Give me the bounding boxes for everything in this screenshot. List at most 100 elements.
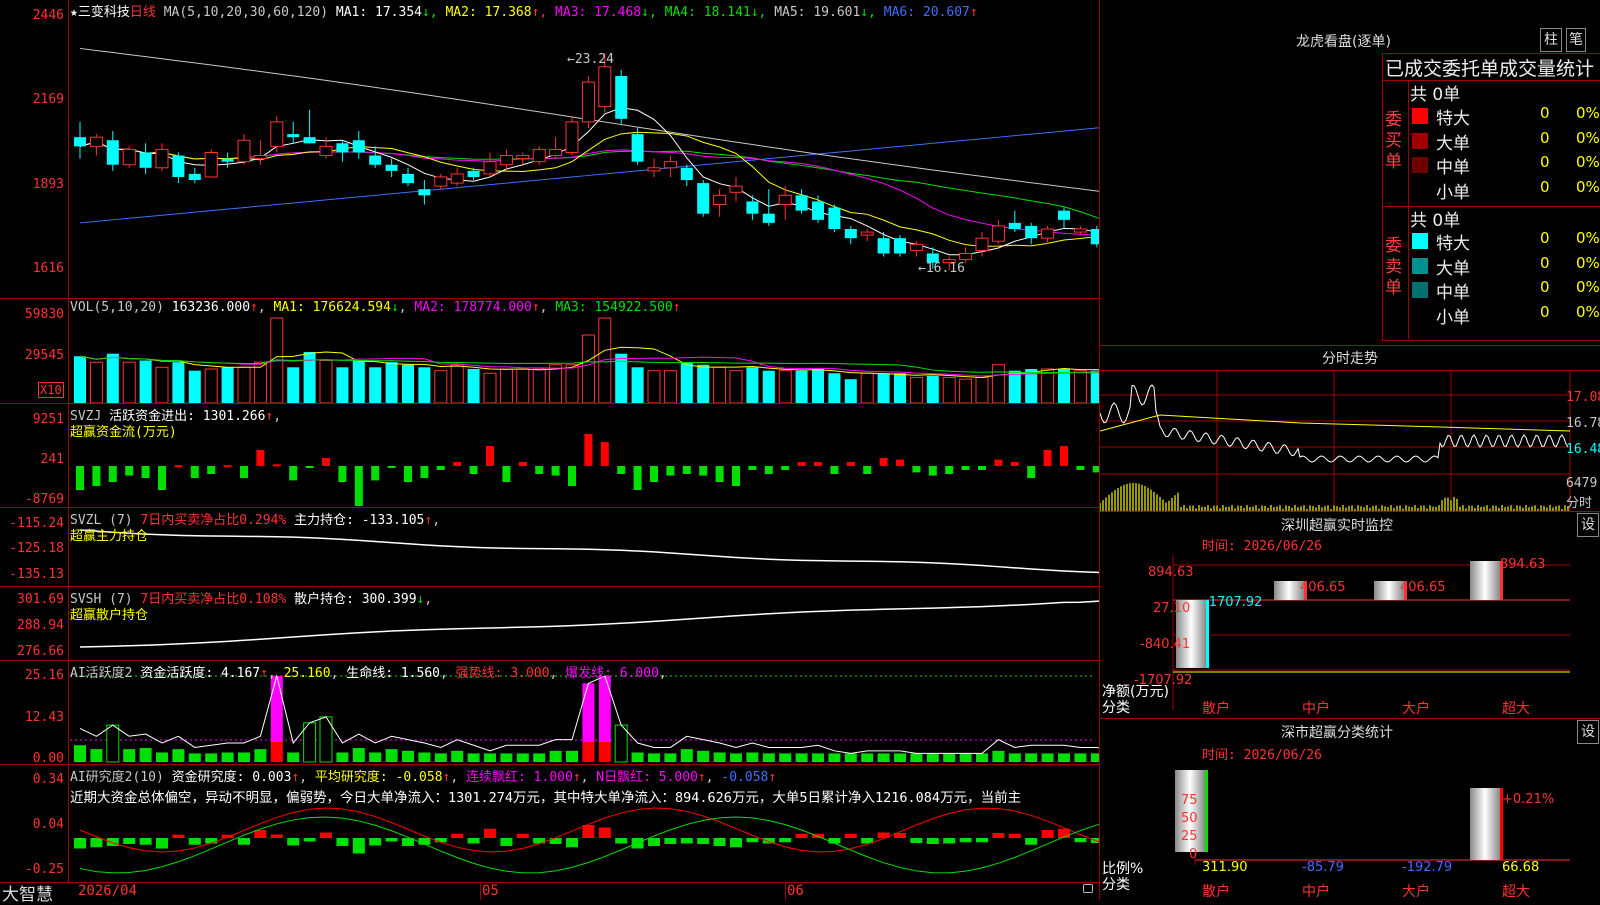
svsh-sub: 超赢散户持仓 xyxy=(70,608,149,623)
activity-bar xyxy=(156,752,168,762)
intraday-tick: 17.08 xyxy=(1566,390,1600,405)
research-bar xyxy=(910,838,923,843)
activity-bar xyxy=(352,748,365,762)
main-y-tick: 1893 xyxy=(32,177,64,192)
research-bar xyxy=(90,838,103,848)
brand-label: 大智慧 xyxy=(2,885,53,905)
order-row-label: 中单 xyxy=(1436,158,1470,178)
activity-bar xyxy=(943,753,956,762)
research-bar xyxy=(434,838,447,843)
main-y-tick: 1616 xyxy=(32,261,64,276)
volume-bar xyxy=(532,368,546,404)
volume-bar xyxy=(253,361,267,404)
fund-flow-bar xyxy=(928,466,937,476)
panel-divider xyxy=(0,298,1100,299)
activity-bar xyxy=(1025,753,1038,762)
ai2-y-tick: 0.04 xyxy=(32,817,64,832)
order-row-label: 大单 xyxy=(1436,258,1470,279)
tick-view-button[interactable]: 笔 xyxy=(1566,28,1586,52)
activity-bar xyxy=(90,749,103,762)
candle-body xyxy=(450,173,464,184)
order-row-pct: 0% xyxy=(1576,302,1600,321)
research-bar xyxy=(844,833,857,838)
stock-name[interactable]: 三变科技 xyxy=(78,5,130,20)
intraday-chart[interactable] xyxy=(1100,371,1600,511)
fund-flow-bar xyxy=(715,466,724,482)
panel-divider xyxy=(0,764,1100,765)
class-value: 311.90 xyxy=(1202,860,1248,875)
fund-flow-bar xyxy=(748,466,757,470)
candle-body xyxy=(615,75,628,119)
net-bar-xlarge xyxy=(1470,561,1500,600)
svzl-y-tick: -115.24 xyxy=(9,516,64,531)
fund-flow-bar xyxy=(863,466,872,474)
ai1-header: AI活跃度2 资金活跃度: 4.167↑, 25.160, 生命线: 1.560… xyxy=(70,666,667,681)
volume-bar xyxy=(942,377,956,404)
fund-flow-bar xyxy=(633,466,642,490)
net-bar-retail-edge xyxy=(1206,600,1209,668)
candle-body xyxy=(303,137,316,144)
volume-bar xyxy=(139,360,152,403)
fund-flow-bar xyxy=(92,466,101,486)
x-axis-date: 05 xyxy=(482,883,499,899)
volume-bar xyxy=(516,368,530,404)
activity-bar xyxy=(402,750,414,762)
candle-body xyxy=(581,81,595,123)
intraday-tick: 16.48 xyxy=(1566,442,1600,457)
fund-flow-bar xyxy=(289,466,298,481)
category-label: 分类 xyxy=(1102,700,1130,716)
volume-bar xyxy=(1041,368,1055,404)
candle-body xyxy=(499,155,513,166)
svsh-y-tick: 301.69 xyxy=(17,592,64,607)
research-bar xyxy=(1008,833,1021,838)
fund-flow-bar xyxy=(650,466,658,482)
research-bar xyxy=(730,838,742,848)
class-value: -85.79 xyxy=(1302,860,1344,875)
candle-body xyxy=(106,140,119,165)
monitor-value: 406.65 xyxy=(1400,580,1446,595)
research-bar xyxy=(270,834,283,838)
monitor-cat: 超大 xyxy=(1502,701,1530,717)
fund-flow-bar xyxy=(207,466,216,474)
activity-bar xyxy=(484,753,496,762)
kline-svg[interactable] xyxy=(0,0,1100,900)
order-row-count: 0 xyxy=(1540,253,1550,272)
bar-view-button[interactable]: 柱 xyxy=(1540,28,1562,52)
fund-flow-bar xyxy=(76,466,84,490)
order-row-label: 小单 xyxy=(1436,182,1470,203)
activity-bar xyxy=(812,753,824,762)
class-note: +0.21% xyxy=(1502,792,1555,807)
class-chart[interactable] xyxy=(1100,770,1600,870)
panel-divider xyxy=(0,586,1100,587)
monitor-settings-button[interactable]: 设 xyxy=(1577,513,1599,537)
fund-flow-bar xyxy=(256,450,265,466)
volume-bar xyxy=(434,370,448,404)
volume-bar xyxy=(680,362,693,403)
kline-chart-area[interactable] xyxy=(0,0,1100,900)
candle-body xyxy=(959,252,973,261)
research-bar xyxy=(1025,838,1038,845)
volume-bar xyxy=(172,362,185,403)
candle-body xyxy=(729,185,743,193)
vol-unit-badge[interactable]: X10 xyxy=(38,382,64,398)
order-row-pct: 0% xyxy=(1576,128,1600,147)
candle-body xyxy=(89,136,103,147)
period-label[interactable]: 日线 xyxy=(130,5,156,20)
activity-bar xyxy=(205,753,218,762)
x-axis-date: 2026/04 xyxy=(78,883,138,899)
candle-body xyxy=(336,143,349,153)
volume-bar xyxy=(204,368,218,404)
activity-bar xyxy=(894,753,906,762)
activity-bar xyxy=(762,753,775,762)
class-settings-button[interactable]: 设 xyxy=(1577,720,1599,744)
intraday-unit: 分时 xyxy=(1566,496,1593,511)
fund-flow-bar xyxy=(846,462,855,466)
class-time: 时间: 2026/06/26 xyxy=(1202,748,1322,763)
volume-bar xyxy=(762,370,775,403)
lock-icon xyxy=(1083,884,1093,893)
ai2-y-tick: 0.34 xyxy=(32,772,64,787)
candle-body xyxy=(746,201,759,214)
panel-divider xyxy=(0,660,1100,661)
fund-flow-bar xyxy=(1027,466,1036,478)
research-bar xyxy=(74,838,86,849)
